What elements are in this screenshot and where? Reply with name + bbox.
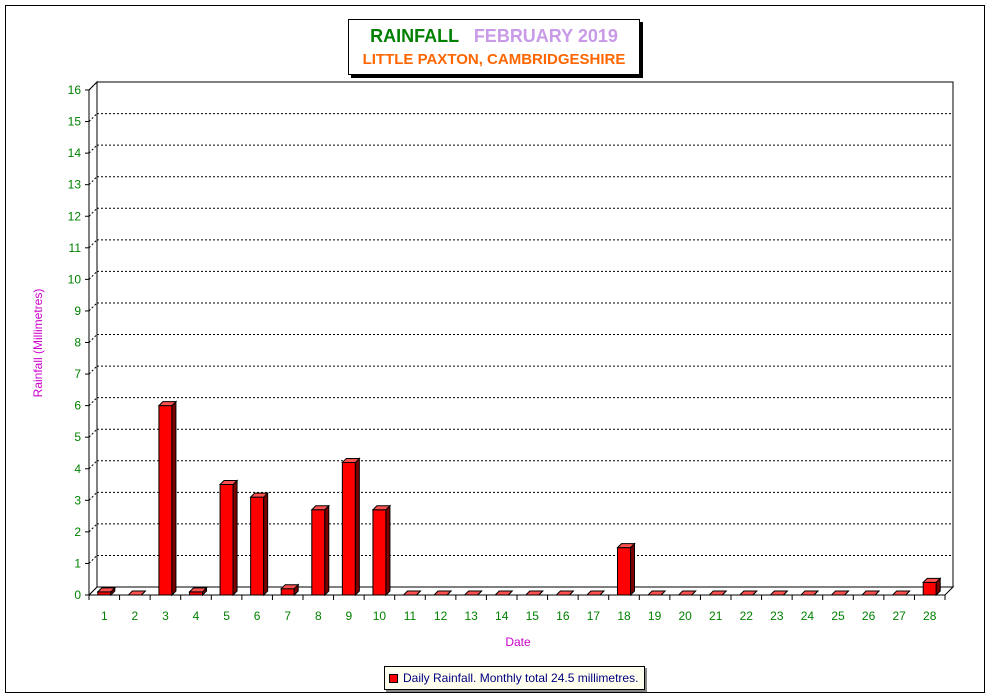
bar-side [324, 504, 330, 597]
y-tick-label: 15 [68, 115, 82, 129]
bar-side [385, 504, 391, 597]
y-tick-label: 5 [74, 430, 81, 444]
legend-label: Daily Rainfall. Monthly total 24.5 milli… [403, 671, 639, 685]
x-tick-label: 20 [678, 609, 692, 623]
y-tick-label: 7 [74, 367, 81, 381]
x-tick-label: 2 [132, 609, 139, 623]
x-tick-label: 27 [892, 609, 906, 623]
x-tick-label: 14 [495, 609, 509, 623]
bar-front [311, 509, 326, 596]
bar-front [617, 547, 631, 596]
x-tick-label: 11 [404, 609, 417, 623]
plot-floor [87, 586, 955, 596]
chart-title-box: RAINFALL FEBRUARY 2019 LITTLE PAXTON, CA… [348, 19, 640, 75]
rainfall-chart: 0123456789101112131415161 2 3 4 5 6 7 8 9 10 11 12 1… [31, 80, 955, 649]
x-tick-label: 16 [556, 609, 570, 623]
y-tick-label: 11 [69, 241, 82, 255]
x-tick-label: 3 [162, 609, 169, 623]
title-label: RAINFALL [370, 26, 459, 46]
chart-title: RAINFALL FEBRUARY 2019 [349, 26, 639, 47]
x-tick-label: 8 [315, 609, 322, 623]
x-tick-label: 28 [923, 609, 937, 623]
y-tick-label: 4 [74, 462, 81, 476]
bar-front [372, 509, 387, 596]
x-tick-label: 25 [831, 609, 845, 623]
x-tick-label: 7 [284, 609, 291, 623]
x-tick-label: 13 [464, 609, 478, 623]
x-tick-label: 12 [434, 609, 448, 623]
y-tick-label: 1 [74, 556, 81, 570]
x-tick-label: 23 [770, 609, 784, 623]
x-tick-label: 6 [254, 609, 261, 623]
legend-swatch [389, 673, 398, 683]
x-tick-label: 26 [862, 609, 876, 623]
y-axis-title: Rainfall (Millimetres) [31, 289, 45, 398]
x-tick-label: 10 [373, 609, 387, 623]
y-tick-label: 9 [74, 304, 81, 318]
x-tick-label: 15 [526, 609, 540, 623]
bar-side [630, 542, 635, 597]
y-tick-label: 12 [68, 209, 82, 223]
bar-side [263, 491, 269, 597]
x-tick-label: 17 [587, 609, 601, 623]
x-tick-label: 21 [709, 609, 723, 623]
x-tick-label: 18 [617, 609, 631, 623]
y-tick-label: 3 [74, 493, 81, 507]
legend: Daily Rainfall. Monthly total 24.5 milli… [384, 666, 646, 690]
x-tick-label: 9 [346, 609, 353, 623]
y-tick-label: 8 [74, 336, 81, 350]
y-tick-label: 10 [68, 272, 82, 286]
title-period: FEBRUARY 2019 [473, 26, 618, 46]
x-tick-label: 19 [648, 609, 662, 623]
bar-front [219, 484, 234, 596]
bar-front [158, 405, 173, 596]
bar-side [354, 457, 360, 597]
x-axis-title: Date [505, 635, 531, 649]
bar-front [922, 581, 937, 596]
bar-side [171, 400, 177, 597]
x-tick-label: 1 [101, 609, 108, 623]
bar-front [280, 588, 295, 596]
x-tick-label: 24 [801, 609, 815, 623]
bar-side [232, 479, 238, 597]
y-tick-label: 14 [68, 146, 82, 160]
y-tick-label: 0 [74, 588, 81, 602]
chart-subtitle: LITTLE PAXTON, CAMBRIDGESHIRE [362, 51, 626, 68]
bar-front [250, 496, 265, 596]
x-tick-label: 4 [193, 609, 200, 623]
y-tick-label: 2 [74, 525, 81, 539]
y-tick-label: 6 [74, 399, 81, 413]
x-tick-label: 5 [223, 609, 230, 623]
x-tick-label: 22 [740, 609, 754, 623]
y-tick-label: 13 [68, 178, 82, 192]
bar-front [341, 461, 356, 596]
y-tick-label: 16 [68, 83, 82, 97]
